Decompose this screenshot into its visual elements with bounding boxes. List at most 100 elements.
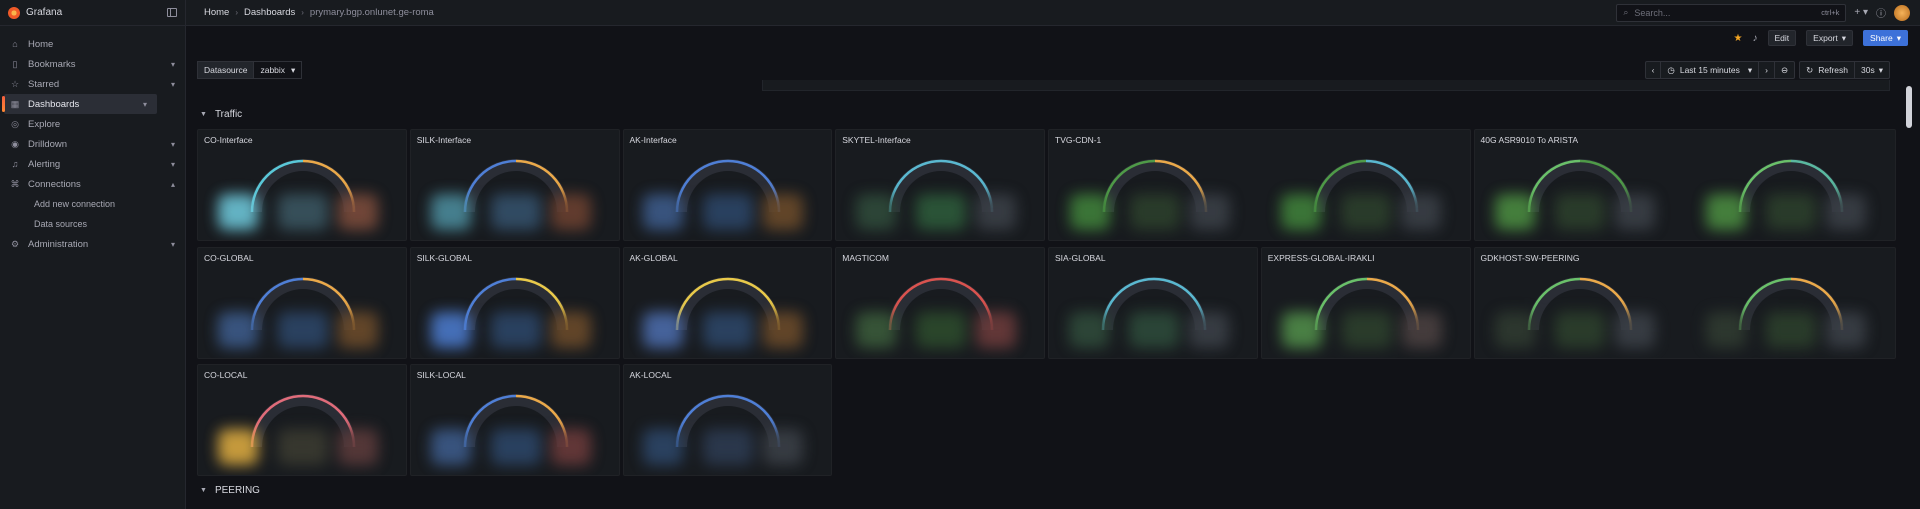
blurred-stat [1495, 308, 1665, 352]
blurred-block [916, 311, 967, 348]
panel-ak-global[interactable]: AK-GLOBAL [622, 246, 833, 359]
sidebar-item-connections[interactable]: ⌘ Connections ▴ [0, 174, 185, 194]
panel-magticom[interactable]: MAGTICOM [835, 246, 1045, 359]
breadcrumb-home[interactable]: Home [204, 7, 229, 18]
panel-title[interactable]: CO-GLOBAL [204, 253, 254, 263]
time-forward-icon[interactable]: › [1759, 62, 1775, 78]
breadcrumb-dashboards[interactable]: Dashboards [244, 7, 295, 18]
refresh-button[interactable]: ↻ Refresh [1800, 62, 1855, 78]
panel-title[interactable]: GDKHOST-SW-PEERING [1481, 253, 1580, 263]
blurred-block [976, 311, 1017, 348]
help-icon[interactable]: ⓘ [1876, 5, 1886, 20]
panel-title[interactable]: AK-GLOBAL [630, 253, 678, 263]
panel-title[interactable]: CO-Interface [204, 135, 253, 145]
blurred-stat [217, 190, 388, 234]
row-title-peering: PEERING [214, 485, 260, 496]
panel-title[interactable]: SKYTEL-Interface [842, 135, 911, 145]
panel-title[interactable]: AK-LOCAL [630, 370, 672, 380]
sidebar-item-dashboards[interactable]: ▦ Dashboards ▾ [2, 94, 157, 114]
sidebar-item-administration[interactable]: ⚙ Administration ▾ [0, 234, 185, 254]
edit-button[interactable]: Edit [1767, 30, 1797, 46]
panel-gdkhost-sw-peering[interactable]: GDKHOST-SW-PEERING [1473, 246, 1896, 359]
panel-title[interactable]: CO-LOCAL [204, 370, 247, 380]
panel-title[interactable]: SILK-Interface [417, 135, 471, 145]
star-icon[interactable]: ★ [1734, 33, 1743, 44]
blurred-stat [856, 190, 1026, 234]
panel-40g-asr9010-to-arista[interactable]: 40G ASR9010 To ARISTA [1473, 129, 1896, 241]
datasource-value: zabbix [260, 65, 286, 75]
blurred-block [763, 194, 804, 230]
chevron-down-icon[interactable]: ▾ [171, 160, 175, 169]
panel-co-global[interactable]: CO-GLOBAL [197, 246, 407, 359]
row-peering[interactable]: ▼ PEERING [200, 485, 260, 496]
search-placeholder: Search... [1634, 7, 1671, 18]
time-range-button[interactable]: ◷ Last 15 minutes ▾ [1661, 62, 1760, 78]
chevron-up-icon[interactable]: ▴ [171, 180, 175, 189]
gear-icon: ⚙ [10, 238, 20, 249]
sidebar-item-drilldown[interactable]: ◉ Drilldown ▾ [0, 134, 185, 154]
sidebar-item-bookmarks[interactable]: ▯ Bookmarks ▾ [0, 54, 185, 74]
panel-title[interactable]: SILK-GLOBAL [417, 253, 472, 263]
panel-title[interactable]: SIA-GLOBAL [1055, 253, 1106, 263]
panel-title[interactable]: EXPRESS-GLOBAL-IRAKLI [1268, 253, 1375, 263]
sidebar-item-explore[interactable]: ◎ Explore [0, 114, 185, 134]
plus-icon[interactable]: + ▾ [1854, 7, 1868, 18]
grafana-logo-icon [8, 6, 20, 19]
blurred-stat [1069, 190, 1240, 234]
share-label: Share [1870, 33, 1893, 43]
refresh-picker: ↻ Refresh 30s ▾ [1799, 61, 1890, 79]
search-input[interactable]: ⌕ Search... ctrl+k [1616, 3, 1847, 22]
sidebar-subitem[interactable]: Data sources [0, 214, 185, 234]
blurred-block [643, 429, 684, 465]
brand-name: Grafana [26, 7, 63, 18]
panel-silk-interface[interactable]: SILK-Interface [409, 129, 620, 241]
panel-ak-interface[interactable]: AK-Interface [622, 129, 833, 241]
row-traffic[interactable]: ▼ Traffic [200, 109, 242, 120]
chevron-down-icon[interactable]: ▾ [171, 240, 175, 249]
sidebar-item-label: Starred [28, 78, 60, 90]
sidebar-item-starred[interactable]: ☆ Starred ▾ [0, 74, 185, 94]
panel-title[interactable]: 40G ASR9010 To ARISTA [1481, 135, 1579, 145]
chevron-down-icon[interactable]: ▾ [171, 80, 175, 89]
chevron-down-icon[interactable]: ▾ [171, 60, 175, 69]
panel-silk-local[interactable]: SILK-LOCAL [409, 364, 620, 476]
blurred-block [277, 194, 328, 230]
blurred-block [1188, 311, 1229, 348]
blurred-block [1615, 311, 1656, 348]
zoom-out-icon[interactable]: ⊖ [1775, 62, 1794, 78]
export-label: Export [1813, 33, 1838, 43]
panel-co-local[interactable]: CO-LOCAL [197, 364, 407, 476]
panel-co-interface[interactable]: CO-Interface [197, 129, 407, 241]
panel-ak-local[interactable]: AK-LOCAL [622, 364, 833, 476]
blurred-block [217, 311, 258, 348]
panel-tvg-cdn-1[interactable]: TVG-CDN-1 [1048, 129, 1471, 241]
panel-title[interactable]: TVG-CDN-1 [1055, 135, 1101, 145]
panel-title[interactable]: AK-Interface [630, 135, 677, 145]
brand[interactable]: Grafana [0, 0, 185, 26]
sidebar-subitem[interactable]: Add new connection [0, 194, 185, 214]
dock-menu-icon[interactable] [167, 8, 177, 17]
blurred-block [703, 311, 754, 348]
sidebar-item-alerting[interactable]: ♫ Alerting ▾ [0, 154, 185, 174]
sidebar-item-label: Home [28, 38, 54, 50]
datasource-select[interactable]: zabbix ▾ [254, 61, 303, 79]
chevron-down-icon[interactable]: ▾ [171, 140, 175, 149]
time-back-icon[interactable]: ‹ [1646, 62, 1662, 78]
panel-title[interactable]: SILK-LOCAL [417, 370, 466, 380]
chevron-down-icon: ▾ [1896, 32, 1901, 43]
chevron-down-icon[interactable]: ▾ [143, 100, 147, 109]
scrollbar-thumb[interactable] [1906, 86, 1912, 128]
share-button[interactable]: Share ▾ [1863, 30, 1908, 46]
bell-icon[interactable]: ♪ [1753, 33, 1758, 44]
panel-skytel-interface[interactable]: SKYTEL-Interface [835, 129, 1045, 241]
panel-sia-global[interactable]: SIA-GLOBAL [1048, 246, 1258, 359]
panel-title[interactable]: MAGTICOM [842, 253, 889, 263]
panel-silk-global[interactable]: SILK-GLOBAL [409, 246, 620, 359]
export-button[interactable]: Export ▾ [1806, 30, 1854, 46]
panel-express-global-irakli[interactable]: EXPRESS-GLOBAL-IRAKLI [1260, 246, 1471, 359]
refresh-interval-select[interactable]: 30s ▾ [1855, 62, 1889, 78]
sidebar-item-home[interactable]: ⌂ Home [0, 34, 185, 54]
avatar[interactable] [1894, 4, 1910, 21]
blurred-stat [643, 425, 813, 469]
blurred-block [916, 194, 967, 230]
